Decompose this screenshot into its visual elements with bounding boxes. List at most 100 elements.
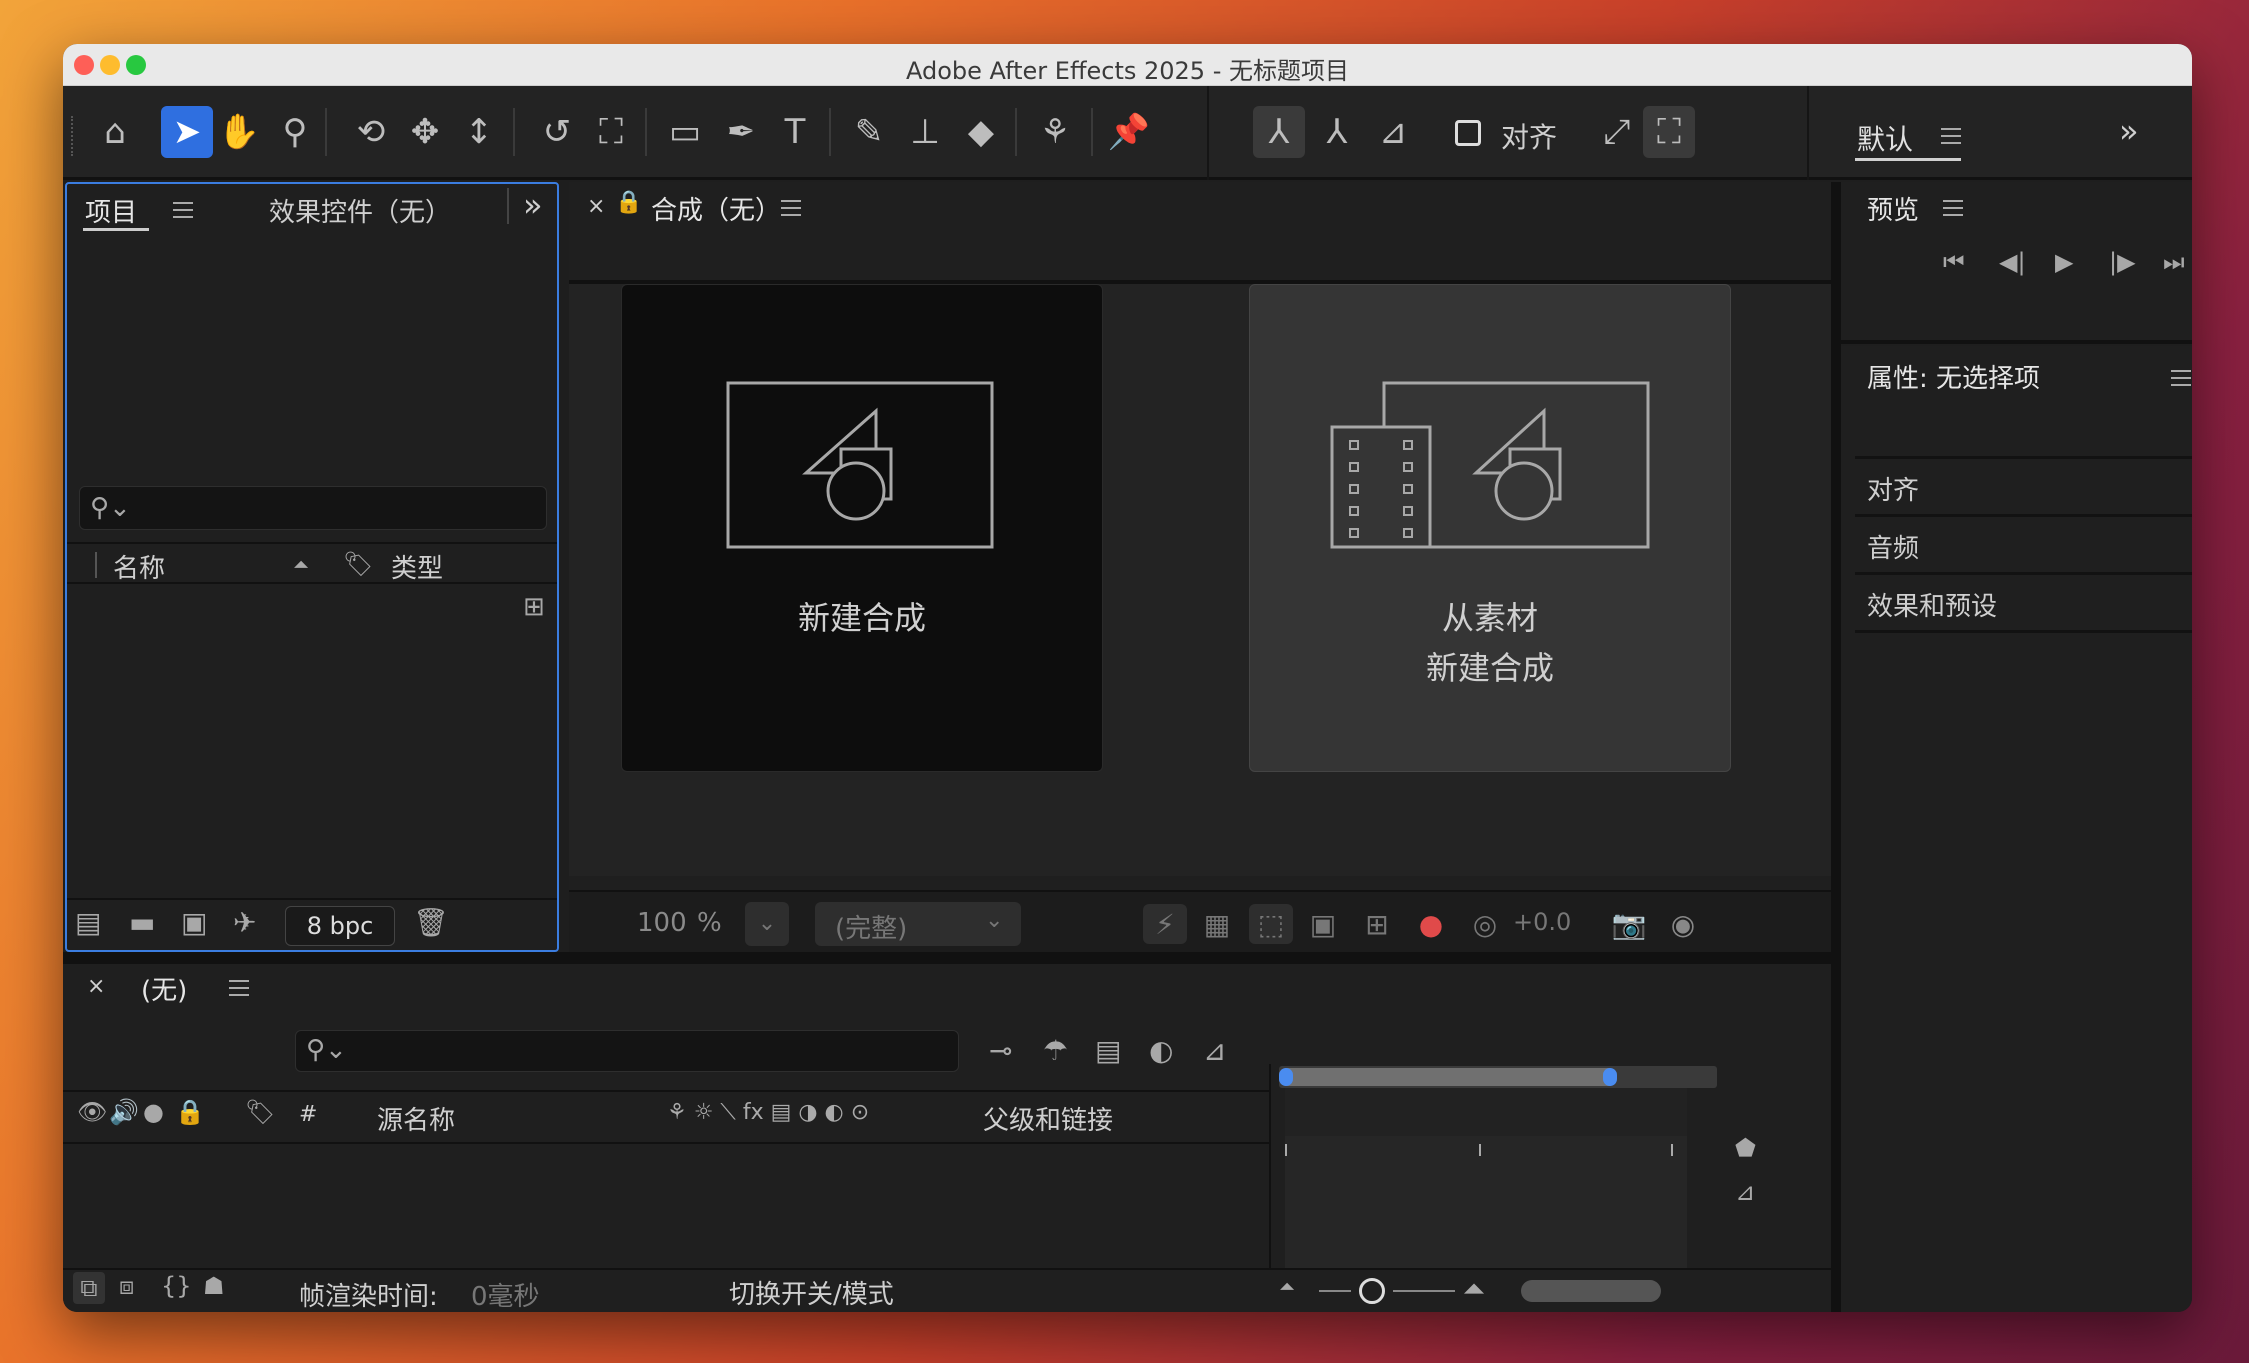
new-folder-icon[interactable]: ▬ — [129, 906, 155, 939]
play-icon[interactable]: ▶ — [2055, 248, 2073, 276]
tab-effect-controls[interactable]: 效果控件（无） — [269, 192, 451, 229]
label-icon[interactable]: 🏷 — [245, 1098, 275, 1126]
clone-stamp-icon[interactable]: ⊥ — [899, 106, 951, 158]
timeline-track-area[interactable] — [1285, 1072, 1687, 1268]
local-axis-icon[interactable]: ⅄ — [1253, 106, 1305, 158]
first-frame-icon[interactable]: ⏮ — [1943, 248, 1965, 276]
composition-mini-flowchart-icon[interactable]: ⊸ — [989, 1034, 1012, 1067]
orbit-camera-icon[interactable]: ⟲ — [345, 106, 397, 158]
lock-icon[interactable]: 🔒 — [615, 190, 642, 215]
home-icon[interactable]: ⌂ — [89, 106, 141, 158]
eraser-tool-icon[interactable]: ◆ — [955, 106, 1007, 158]
layer-switches-icon[interactable]: ⧉ — [73, 1272, 105, 1304]
color-channels-icon[interactable]: ● — [1411, 904, 1451, 944]
video-visibility-icon[interactable]: 👁 — [77, 1098, 107, 1126]
zoom-in-icon[interactable]: ⏶ — [1463, 1272, 1485, 1306]
snapshot-camera-icon[interactable]: 📷 — [1609, 904, 1649, 944]
timeline-search-input[interactable]: ⚲⌄ — [295, 1030, 959, 1072]
col-source-name[interactable]: 源名称 — [377, 1100, 455, 1137]
workspace-default[interactable]: 默认 — [1857, 118, 1913, 158]
frame-blending-icon[interactable]: ▤ — [1095, 1034, 1121, 1067]
transparency-grid-icon[interactable]: ▦ — [1197, 904, 1237, 944]
interpret-footage-icon[interactable]: ▤ — [75, 906, 101, 939]
preview-menu-icon[interactable] — [1943, 200, 1963, 216]
roto-brush-icon[interactable]: ⚘ — [1029, 106, 1081, 158]
composition-menu-icon[interactable] — [781, 200, 801, 216]
puppet-pin-icon[interactable]: 📌 — [1103, 106, 1155, 158]
work-area-end-handle[interactable] — [1603, 1068, 1617, 1086]
show-snapshot-icon[interactable]: ◉ — [1663, 904, 1703, 944]
world-axis-icon[interactable]: ⅄ — [1311, 106, 1363, 158]
last-frame-icon[interactable]: ⏭ — [2163, 248, 2185, 276]
pen-tool-icon[interactable]: ✒ — [715, 106, 767, 158]
type-tool-icon[interactable]: T — [769, 106, 821, 158]
properties-menu-icon[interactable] — [2171, 370, 2191, 386]
zoom-value[interactable]: 100 — [637, 908, 687, 938]
previous-frame-icon[interactable]: ◀| — [1999, 248, 2026, 276]
col-parent-link[interactable]: 父级和链接 — [983, 1100, 1113, 1137]
work-area-bar[interactable] — [1279, 1066, 1717, 1088]
flowchart-icon[interactable]: ⊞ — [523, 592, 545, 622]
selection-tool-icon[interactable]: ➤ — [161, 106, 213, 158]
solo-icon[interactable]: ● — [143, 1098, 164, 1126]
snapping-icon[interactable]: ⛶ — [1643, 106, 1695, 158]
motion-blur-icon[interactable]: ◐ — [1149, 1034, 1173, 1067]
timeline-tab[interactable]: (无) — [141, 970, 187, 1007]
project-search-input[interactable]: ⚲⌄ — [79, 486, 547, 530]
bpc-button[interactable]: 8 bpc — [285, 906, 395, 946]
next-frame-icon[interactable]: |▶ — [2109, 248, 2136, 276]
timeline-menu-icon[interactable] — [229, 980, 249, 996]
toggle-switches-modes[interactable]: 切换开关/模式 — [729, 1274, 894, 1311]
anchor-point-tool-icon[interactable]: ⛶ — [585, 106, 637, 158]
col-name[interactable]: 名称 — [113, 548, 165, 585]
tab-project[interactable]: 项目 — [85, 192, 137, 229]
in-out-icon[interactable]: {} — [161, 1272, 192, 1300]
effects-presets-panel-item[interactable]: 效果和预设 — [1867, 586, 1997, 623]
zoom-slider-thumb[interactable] — [1359, 1278, 1385, 1304]
mask-path-icon[interactable]: ⬚ — [1249, 904, 1293, 944]
graph-editor-icon[interactable]: ⊿ — [1203, 1034, 1226, 1067]
comp-button-icon[interactable]: ⊿ — [1735, 1178, 1755, 1206]
trash-icon[interactable]: 🗑 — [413, 906, 449, 939]
exposure-icon[interactable]: ◎ — [1465, 904, 1505, 944]
fast-preview-icon[interactable]: ⚡ — [1143, 904, 1187, 944]
rectangle-tool-icon[interactable]: ▭ — [659, 106, 711, 158]
shy-layers-icon[interactable]: ☂ — [1043, 1034, 1068, 1067]
lock-layer-icon[interactable]: 🔒 — [175, 1098, 205, 1126]
exposure-value[interactable]: +0.0 — [1513, 908, 1571, 936]
region-of-interest-icon[interactable]: ▣ — [1303, 904, 1343, 944]
zoom-tool-icon[interactable]: ⚲ — [269, 106, 321, 158]
toolbar-grip[interactable] — [71, 116, 75, 156]
rotate-tool-icon[interactable]: ↺ — [531, 106, 583, 158]
panel-overflow-icon[interactable]: » — [523, 186, 543, 224]
work-area-start-handle[interactable] — [1279, 1068, 1293, 1086]
audio-panel-item[interactable]: 音频 — [1867, 528, 1919, 565]
new-composition-icon[interactable]: ▣ — [181, 906, 207, 939]
close-tab-icon[interactable]: × — [587, 194, 605, 219]
new-comp-from-footage-card[interactable]: 从素材 新建合成 — [1249, 284, 1731, 772]
guides-icon[interactable]: ⊞ — [1357, 904, 1397, 944]
hand-tool-icon[interactable]: ✋ — [213, 106, 265, 158]
dolly-camera-icon[interactable]: ↕ — [453, 106, 505, 158]
tab-composition[interactable]: 合成（无） — [651, 190, 781, 227]
close-timeline-icon[interactable]: × — [87, 974, 105, 999]
adjust-settings-icon[interactable]: ✈ — [233, 906, 256, 939]
label-tag-icon[interactable]: 🏷 — [343, 550, 373, 578]
pan-camera-icon[interactable]: ✥ — [399, 106, 451, 158]
project-menu-icon[interactable] — [173, 202, 193, 218]
resolution-select[interactable]: (完整) ⌄ — [815, 902, 1021, 946]
timeline-scrollbar[interactable] — [1521, 1280, 1661, 1302]
render-time-icon[interactable]: ☗ — [203, 1272, 225, 1300]
zoom-dropdown-icon[interactable]: ⌄ — [745, 902, 789, 946]
sort-ascending-icon[interactable]: ⏶ — [293, 552, 309, 576]
workspace-overflow-icon[interactable]: » — [2119, 112, 2139, 150]
align-panel-item[interactable]: 对齐 — [1867, 470, 1919, 507]
view-axis-icon[interactable]: ⊿ — [1367, 106, 1419, 158]
transfer-controls-icon[interactable]: ⧈ — [119, 1272, 134, 1300]
brush-tool-icon[interactable]: ✎ — [843, 106, 895, 158]
workspace-menu-icon[interactable] — [1941, 128, 1961, 144]
snap-options-icon[interactable]: ⤢ — [1591, 106, 1643, 158]
audio-icon[interactable]: 🔊 — [109, 1098, 139, 1126]
align-checkbox[interactable] — [1455, 120, 1481, 146]
comp-marker-icon[interactable]: ⬟ — [1735, 1134, 1756, 1162]
